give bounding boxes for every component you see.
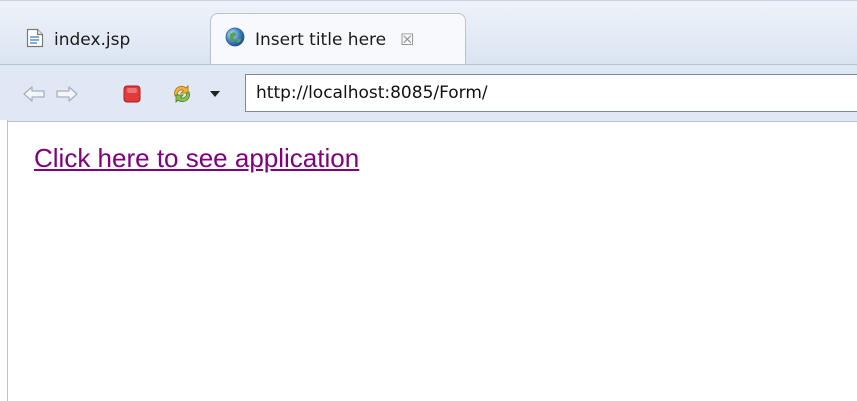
browser-toolbar: http://localhost:8085/Form/	[0, 64, 857, 122]
globe-icon	[225, 27, 245, 52]
back-arrow-icon[interactable]	[22, 82, 46, 106]
stop-icon[interactable]	[120, 82, 144, 106]
page-content: Click here to see application	[34, 143, 359, 174]
close-tab-icon[interactable]: ☒	[400, 30, 414, 49]
content-left-border	[0, 120, 8, 401]
dropdown-arrow-icon[interactable]	[203, 82, 227, 106]
url-text: http://localhost:8085/Form/	[256, 83, 488, 103]
browser-window: index.jsp Insert title here ☒ http://loc…	[0, 0, 857, 401]
see-application-link[interactable]: Click here to see application	[34, 143, 359, 173]
url-input[interactable]: http://localhost:8085/Form/	[245, 74, 857, 112]
tab-index-jsp[interactable]: index.jsp	[8, 15, 198, 65]
tab-label: index.jsp	[54, 30, 131, 50]
jsp-file-icon	[26, 28, 44, 53]
forward-arrow-icon[interactable]	[55, 82, 79, 106]
tab-insert-title-here[interactable]: Insert title here ☒	[210, 13, 466, 65]
tab-bar: index.jsp Insert title here ☒	[0, 0, 857, 65]
refresh-icon[interactable]	[170, 82, 194, 106]
tab-label: Insert title here	[255, 29, 387, 50]
